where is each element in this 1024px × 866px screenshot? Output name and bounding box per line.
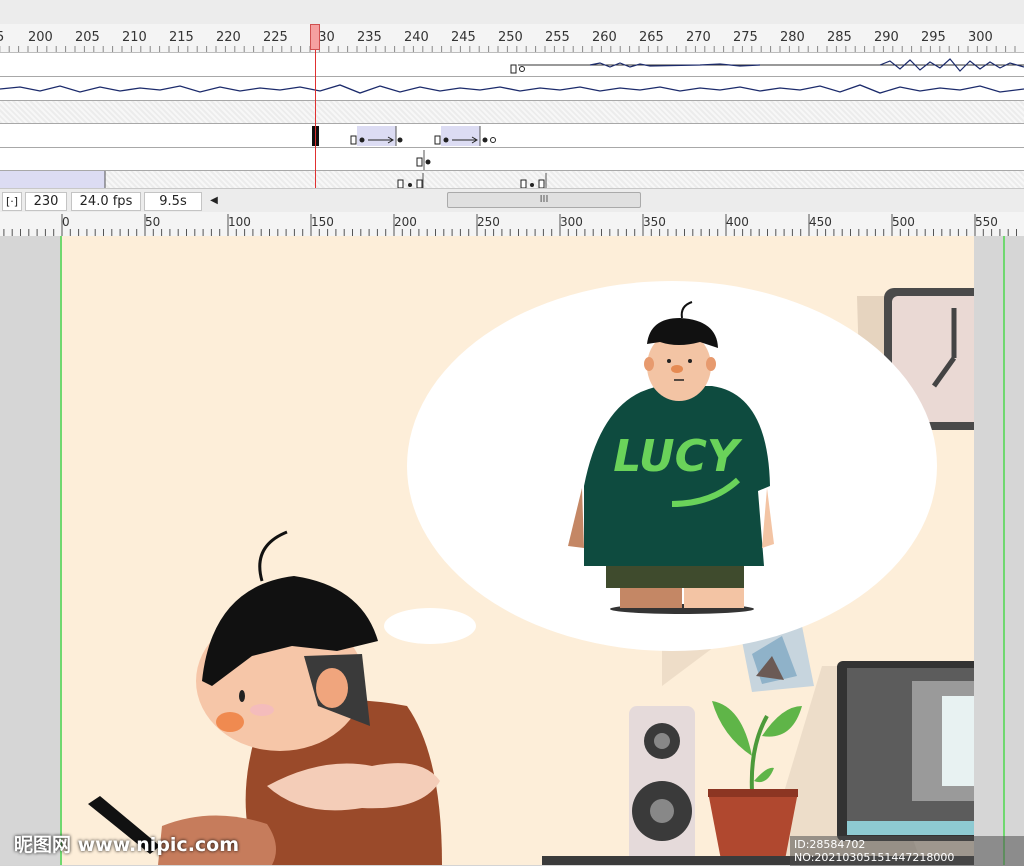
timeline-track-audio-1[interactable] <box>0 53 1024 77</box>
tween-keyframes <box>312 126 496 146</box>
ruler-label: 0 <box>62 215 70 229</box>
monitor <box>762 661 974 865</box>
shirt-text: LUCY <box>613 431 743 482</box>
frame-number-label: 235 <box>357 30 382 45</box>
frame-number-label: 220 <box>216 30 241 45</box>
ruler-label: 50 <box>145 215 161 229</box>
watermark-id: ID:28584702 NO:20210305151447218000 <box>790 836 1024 866</box>
audio-waveform-2 <box>0 84 1024 94</box>
timeline-track-audio-2[interactable] <box>0 77 1024 101</box>
audio-waveform-1 <box>510 58 1024 74</box>
frame-number-label: 260 <box>592 30 617 45</box>
frame-number-label: 200 <box>28 30 53 45</box>
frame-number-label: 215 <box>169 30 194 45</box>
scroll-left-arrow[interactable]: ◀ <box>205 192 223 209</box>
frame-number-label: 205 <box>75 30 100 45</box>
timeline-track-layer[interactable] <box>0 148 1024 171</box>
frame-rate-field[interactable]: 24.0 fps <box>71 192 141 211</box>
frame-number-label: 240 <box>404 30 429 45</box>
boy-character <box>88 530 442 865</box>
scene-artwork: LUCY <box>88 281 974 865</box>
frame-number-label: 265 <box>639 30 664 45</box>
timeline-panel[interactable]: 5 200 205 210 215 220 225 230 235 240 245 250 255 260… <box>0 0 1024 188</box>
frame-number-label: 270 <box>686 30 711 45</box>
ruler-label: 450 <box>809 215 832 229</box>
stage-guide-left <box>60 236 62 865</box>
frame-number-label: 255 <box>545 30 570 45</box>
ruler-label: 250 <box>477 215 500 229</box>
layer-keyframes <box>416 150 431 170</box>
watermark-logo: 昵图网 www.nipic.com <box>14 834 240 856</box>
ruler-label: 500 <box>892 215 915 229</box>
speaker <box>629 706 695 865</box>
frame-number-label: 280 <box>780 30 805 45</box>
timeline-horizontal-scrollbar[interactable]: III <box>447 192 641 208</box>
frame-ruler[interactable]: 5 200 205 210 215 220 225 230 235 240 245 250 255 260… <box>0 24 1024 53</box>
frame-number-label: 250 <box>498 30 523 45</box>
ruler-label: 200 <box>394 215 417 229</box>
timeline-track-empty-1[interactable] <box>0 101 1024 124</box>
ruler-label: 100 <box>228 215 251 229</box>
ruler-label: 350 <box>643 215 666 229</box>
frame-number-label: 290 <box>874 30 899 45</box>
ruler-label: 300 <box>560 215 583 229</box>
playhead-handle[interactable] <box>310 24 320 50</box>
frame-number-label: 245 <box>451 30 476 45</box>
ruler-label: 150 <box>311 215 334 229</box>
ruler-label: 400 <box>726 215 749 229</box>
frame-number-label: 285 <box>827 30 852 45</box>
timeline-track-hatched[interactable] <box>0 171 1024 188</box>
frame-number-label: 225 <box>263 30 288 45</box>
stage-ruler: 0 50 100 150 200 250 300 350 400 450 500 550 <box>0 212 1024 237</box>
frame-number-label: 300 <box>968 30 993 45</box>
ruler-label: 550 <box>975 215 998 229</box>
timeline-top-strip <box>0 0 1024 25</box>
current-frame-field[interactable]: 230 <box>25 192 67 211</box>
timeline-track-tween[interactable] <box>0 124 1024 148</box>
frame-number-label: 5 <box>0 30 5 45</box>
frame-number-label: 210 <box>122 30 147 45</box>
elapsed-time-field[interactable]: 9.5s <box>144 192 202 211</box>
stage-canvas[interactable]: LUCY <box>62 236 974 865</box>
center-frame-icon[interactable]: [·] <box>2 192 22 211</box>
hatched-track-keyframes <box>0 171 547 188</box>
frame-number-label: 275 <box>733 30 758 45</box>
frame-number-label: 295 <box>921 30 946 45</box>
stage-guide-right <box>1003 236 1005 865</box>
